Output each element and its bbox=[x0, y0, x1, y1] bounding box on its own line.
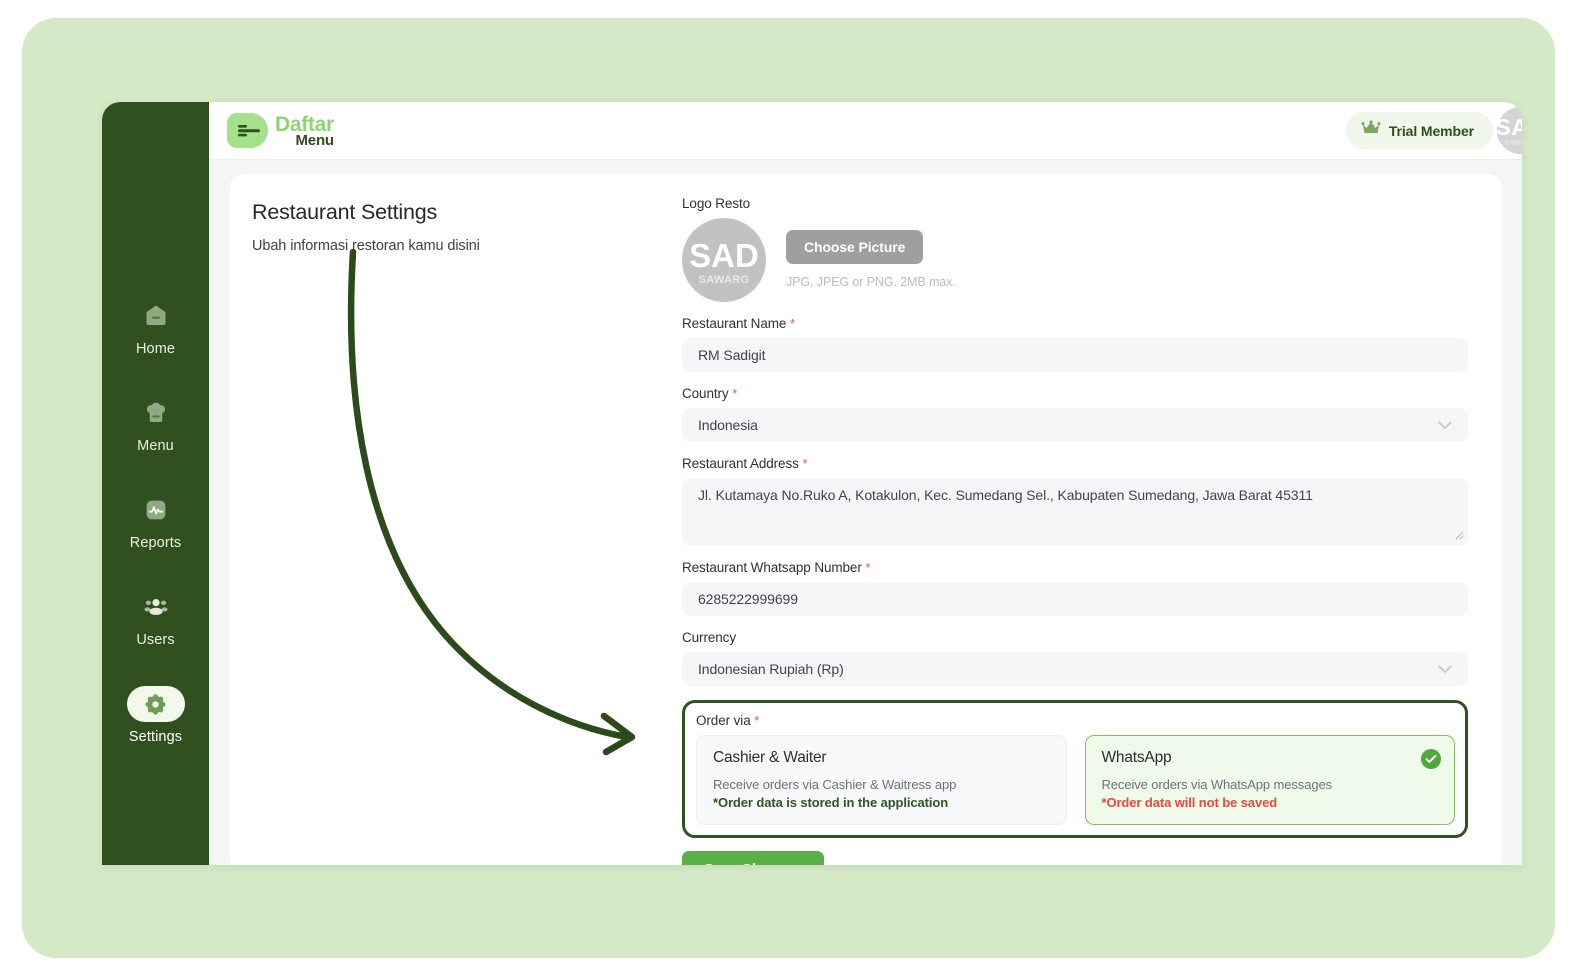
restaurant-address-value: Jl. Kutamaya No.Ruko A, Kotakulon, Kec. … bbox=[698, 487, 1313, 503]
restaurant-name-group: Restaurant Name * RM Sadigit bbox=[682, 316, 1468, 372]
sidebar-item-users[interactable]: Users bbox=[102, 589, 209, 648]
sidebar-item-label: Users bbox=[136, 632, 174, 648]
fork-logo-icon bbox=[227, 113, 268, 148]
order-option-title: WhatsApp bbox=[1102, 749, 1439, 767]
sidebar-item-reports[interactable]: Reports bbox=[102, 492, 209, 551]
restaurant-logo-subtext: SAWARG bbox=[699, 275, 750, 286]
gear-icon bbox=[127, 686, 185, 722]
currency-label: Currency bbox=[682, 630, 1468, 645]
chevron-down-icon bbox=[1438, 661, 1452, 677]
sidebar-item-label: Reports bbox=[130, 535, 181, 551]
required-asterisk: * bbox=[754, 713, 759, 728]
sidebar-item-label: Menu bbox=[137, 438, 174, 454]
whatsapp-number-label-text: Restaurant Whatsapp Number bbox=[682, 560, 862, 575]
logo-resto-label: Logo Resto bbox=[682, 196, 1468, 211]
order-option-whatsapp[interactable]: WhatsApp Receive orders via WhatsApp mes… bbox=[1085, 735, 1456, 825]
top-bar-right: Trial Member SAD SAWARG bbox=[1346, 107, 1522, 154]
sidebar-item-settings[interactable]: Settings bbox=[102, 686, 209, 745]
trial-member-label: Trial Member bbox=[1389, 123, 1474, 139]
whatsapp-number-input[interactable]: 6285222999699 bbox=[682, 582, 1468, 616]
sidebar-item-label: Home bbox=[136, 341, 175, 357]
restaurant-address-group: Restaurant Address * Jl. Kutamaya No.Ruk… bbox=[682, 456, 1468, 546]
country-group: Country * Indonesia bbox=[682, 386, 1468, 442]
settings-intro: Restaurant Settings Ubah informasi resto… bbox=[252, 200, 652, 254]
sidebar-item-home[interactable]: Home bbox=[102, 298, 209, 357]
chart-icon bbox=[127, 492, 185, 528]
avatar[interactable]: SAD SAWARG bbox=[1497, 107, 1522, 154]
page-title: Restaurant Settings bbox=[252, 200, 652, 225]
restaurant-address-textarea[interactable]: Jl. Kutamaya No.Ruko A, Kotakulon, Kec. … bbox=[682, 478, 1468, 546]
page-canvas: Home Menu bbox=[22, 18, 1555, 958]
restaurant-name-input[interactable]: RM Sadigit bbox=[682, 338, 1468, 372]
save-changes-button[interactable]: Save Changes bbox=[682, 851, 824, 865]
order-via-label: Order via * bbox=[696, 713, 1455, 728]
app-window: Home Menu bbox=[102, 102, 1522, 865]
order-option-description: Receive orders via Cashier & Waitress ap… bbox=[713, 777, 1050, 792]
logo-actions: Choose Picture JPG, JPEG or PNG. 2MB max… bbox=[786, 218, 956, 289]
order-via-label-text: Order via bbox=[696, 713, 751, 728]
chevron-down-icon bbox=[1438, 417, 1452, 433]
sidebar-item-menu[interactable]: Menu bbox=[102, 395, 209, 454]
required-asterisk: * bbox=[732, 386, 737, 401]
restaurant-address-label-text: Restaurant Address bbox=[682, 456, 799, 471]
whatsapp-number-group: Restaurant Whatsapp Number * 62852229996… bbox=[682, 560, 1468, 616]
logo-upload-hint: JPG, JPEG or PNG. 2MB max. bbox=[786, 275, 956, 289]
home-icon bbox=[127, 298, 185, 334]
currency-group: Currency Indonesian Rupiah (Rp) bbox=[682, 630, 1468, 686]
currency-select[interactable]: Indonesian Rupiah (Rp) bbox=[682, 652, 1468, 686]
app-logo[interactable]: Daftar Menu bbox=[227, 113, 334, 148]
choose-picture-button[interactable]: Choose Picture bbox=[786, 230, 923, 264]
restaurant-logo-initials: SAD bbox=[689, 239, 759, 272]
order-via-highlight: Order via * Cashier & Waiter Receive ord… bbox=[682, 700, 1468, 838]
avatar-initials: SAD bbox=[1497, 116, 1522, 139]
chef-hat-icon bbox=[127, 395, 185, 431]
avatar-subtext: SAWARG bbox=[1504, 140, 1522, 147]
logo-block: SAD SAWARG Choose Picture JPG, JPEG or P… bbox=[682, 218, 1468, 302]
required-asterisk: * bbox=[865, 560, 870, 575]
order-option-cashier-waiter[interactable]: Cashier & Waiter Receive orders via Cash… bbox=[696, 735, 1067, 825]
required-asterisk: * bbox=[790, 316, 795, 331]
top-bar: Daftar Menu Trial Member bbox=[209, 102, 1522, 160]
users-icon bbox=[127, 589, 185, 625]
trial-member-badge[interactable]: Trial Member bbox=[1346, 112, 1493, 149]
logo-resto-group: Logo Resto SAD SAWARG Choose Picture JPG… bbox=[682, 196, 1468, 302]
whatsapp-number-label: Restaurant Whatsapp Number * bbox=[682, 560, 1468, 575]
page-subtitle: Ubah informasi restoran kamu disini bbox=[252, 238, 652, 254]
currency-selected-value: Indonesian Rupiah (Rp) bbox=[698, 661, 844, 677]
restaurant-settings-form: Logo Resto SAD SAWARG Choose Picture JPG… bbox=[682, 196, 1468, 865]
required-asterisk: * bbox=[802, 456, 807, 471]
country-select[interactable]: Indonesia bbox=[682, 408, 1468, 442]
sidebar-nav-list: Home Menu bbox=[102, 298, 209, 783]
restaurant-name-label: Restaurant Name * bbox=[682, 316, 1468, 331]
order-option-description: Receive orders via WhatsApp messages bbox=[1102, 777, 1439, 792]
crown-icon bbox=[1361, 120, 1381, 141]
check-icon bbox=[1421, 749, 1441, 769]
app-logo-text: Daftar Menu bbox=[275, 114, 334, 148]
currency-label-text: Currency bbox=[682, 630, 736, 645]
content-card: Restaurant Settings Ubah informasi resto… bbox=[230, 174, 1502, 865]
order-option-title: Cashier & Waiter bbox=[713, 749, 1050, 767]
restaurant-name-label-text: Restaurant Name bbox=[682, 316, 786, 331]
sidebar-item-label: Settings bbox=[129, 729, 182, 745]
sidebar: Home Menu bbox=[102, 102, 209, 865]
country-selected-value: Indonesia bbox=[698, 417, 758, 433]
restaurant-address-label: Restaurant Address * bbox=[682, 456, 1468, 471]
order-option-note: *Order data will not be saved bbox=[1102, 795, 1439, 810]
order-via-options: Cashier & Waiter Receive orders via Cash… bbox=[696, 735, 1455, 825]
country-label: Country * bbox=[682, 386, 1468, 401]
restaurant-logo-preview: SAD SAWARG bbox=[682, 218, 766, 302]
order-option-note: *Order data is stored in the application bbox=[713, 795, 1050, 810]
country-label-text: Country bbox=[682, 386, 729, 401]
resize-handle[interactable] bbox=[1453, 527, 1464, 543]
